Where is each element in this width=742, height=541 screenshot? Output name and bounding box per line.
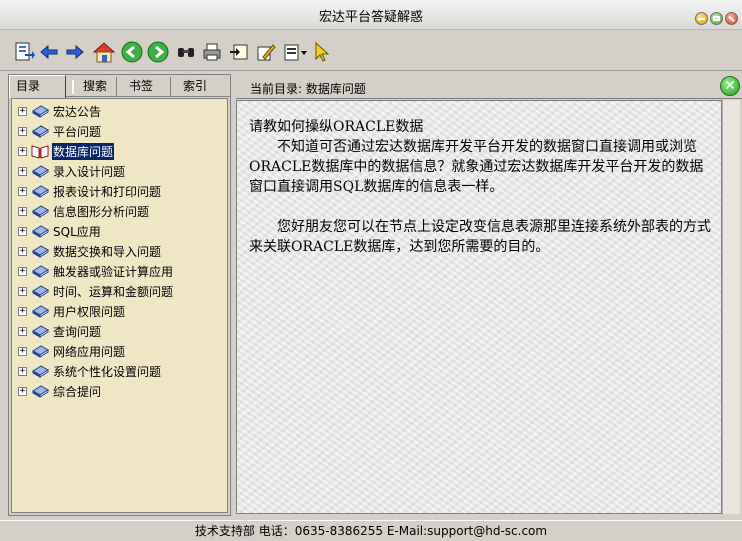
title-bar: 宏达平台答疑解惑 (0, 0, 742, 30)
tab-contents[interactable]: 目录 (9, 75, 66, 98)
navigation-pane: 目录 搜索 书签 索引 + 宏达公告 + 平台问题 + 数据库问题 + 录入设计问题 + 报表设计… (8, 74, 231, 516)
topic-content: 请教如何操纵ORACLE数据 不知道可否通过宏达数据库开发平台开发的数据窗口直接… (236, 100, 722, 514)
answer-body: 您好朋友您可以在节点上设定改变信息表源那里连接系统外部表的方式来关联ORACLE… (249, 219, 711, 255)
tree-item-label: 报表设计和打印问题 (53, 184, 162, 199)
tree-item[interactable]: + 时间、运算和金额问题 (12, 281, 174, 301)
nav-tabs: 目录 搜索 书签 索引 (9, 75, 230, 98)
window-controls (695, 12, 738, 25)
tree-item[interactable]: + 用户权限问题 (12, 301, 126, 321)
book-icon (32, 185, 49, 198)
tab-index-label: 索引 (183, 79, 208, 93)
book-icon (32, 205, 49, 218)
prev-icon[interactable] (121, 41, 143, 63)
forward-icon[interactable] (64, 41, 86, 63)
book-icon (32, 105, 49, 118)
expand-icon[interactable]: + (18, 106, 27, 116)
current-directory: 当前目录: 数据库问题 (250, 82, 366, 96)
tree-item[interactable]: + 触发器或验证计算应用 (12, 261, 174, 281)
exit-icon[interactable] (13, 41, 35, 63)
print-icon[interactable] (201, 41, 223, 63)
tree-item-label: 信息图形分析问题 (53, 204, 150, 219)
book-icon (32, 305, 49, 318)
edit-icon[interactable] (255, 41, 277, 63)
tree-item-label: 平台问题 (53, 124, 102, 139)
open-book-icon (31, 145, 49, 159)
book-icon (32, 325, 49, 338)
tree-item[interactable]: + 宏达公告 (12, 101, 102, 121)
tab-search-label: 搜索 (83, 79, 108, 93)
expand-icon[interactable]: + (18, 166, 27, 176)
pointer-icon[interactable] (311, 41, 333, 63)
book-icon (32, 265, 49, 278)
expand-icon[interactable]: + (18, 266, 27, 276)
toolbar (0, 31, 742, 71)
expand-icon[interactable]: + (18, 206, 27, 216)
goto-icon[interactable] (228, 41, 250, 63)
book-icon (32, 245, 49, 258)
tree-item[interactable]: + SQL应用 (12, 221, 102, 241)
minimize-button[interactable] (695, 12, 708, 25)
tree-item[interactable]: + 查询问题 (12, 321, 102, 341)
tree-item[interactable]: + 数据库问题 (12, 141, 115, 161)
book-icon (32, 125, 49, 138)
tree-item[interactable]: + 综合提问 (12, 381, 102, 401)
expand-icon[interactable]: + (18, 346, 27, 356)
expand-icon[interactable]: + (18, 366, 27, 376)
close-button[interactable] (725, 12, 738, 25)
question-body: 不知道可否通过宏达数据库开发平台开发的数据窗口直接调用或浏览ORACLE数据库中… (249, 139, 704, 195)
tree-item-label: 网络应用问题 (53, 344, 126, 359)
find-icon[interactable] (175, 41, 197, 63)
expand-icon[interactable]: + (18, 246, 27, 256)
tree-item-label: 数据库问题 (52, 142, 115, 160)
tree-item[interactable]: + 系统个性化设置问题 (12, 361, 162, 381)
tree-item-label: 系统个性化设置问题 (53, 364, 162, 379)
expand-icon[interactable]: + (18, 186, 27, 196)
tree-item-label: 查询问题 (53, 324, 102, 339)
expand-icon[interactable]: + (18, 286, 27, 296)
book-icon (32, 365, 49, 378)
tree-item[interactable]: + 录入设计问题 (12, 161, 126, 181)
book-icon (32, 165, 49, 178)
tree-item[interactable]: + 信息图形分析问题 (12, 201, 150, 221)
tree-item[interactable]: + 数据交换和导入问题 (12, 241, 162, 261)
expand-icon[interactable]: + (18, 386, 27, 396)
tree-item-label: 宏达公告 (53, 104, 102, 119)
topic-tree[interactable]: + 宏达公告 + 平台问题 + 数据库问题 + 录入设计问题 + 报表设计和打印问题 + 信息图形分析… (11, 98, 228, 513)
options-icon[interactable] (283, 41, 309, 63)
expand-icon[interactable]: + (18, 126, 27, 136)
expand-icon[interactable]: + (18, 306, 27, 316)
question-title: 请教如何操纵ORACLE数据 (249, 119, 424, 135)
expand-icon[interactable]: + (18, 146, 27, 156)
close-topic-icon[interactable]: ✕ (720, 76, 740, 96)
book-icon (32, 385, 49, 398)
tree-item-label: 综合提问 (53, 384, 102, 399)
vertical-scrollbar[interactable] (722, 100, 740, 514)
content-header: 当前目录: 数据库问题 ✕ (236, 74, 742, 99)
back-icon[interactable] (38, 41, 60, 63)
window-title: 宏达平台答疑解惑 (318, 10, 423, 25)
tab-bookmarks-label: 书签 (129, 79, 154, 93)
expand-icon[interactable]: + (18, 326, 27, 336)
tree-item-label: 用户权限问题 (53, 304, 126, 319)
tab-index[interactable]: 索引 (171, 77, 230, 97)
maximize-button[interactable] (710, 12, 723, 25)
status-bar: 技术支持部 电话：0635-8386255 E-Mail:support@hd-… (0, 520, 742, 541)
tree-item-label: 时间、运算和金额问题 (53, 284, 174, 299)
book-icon (32, 225, 49, 238)
book-icon (32, 285, 49, 298)
tab-bookmarks[interactable]: 书签 (117, 77, 171, 97)
tree-item[interactable]: + 报表设计和打印问题 (12, 181, 162, 201)
tree-item-label: 录入设计问题 (53, 164, 126, 179)
home-icon[interactable] (91, 41, 117, 63)
book-icon (32, 345, 49, 358)
tree-item-label: 触发器或验证计算应用 (53, 264, 174, 279)
tree-item[interactable]: + 网络应用问题 (12, 341, 126, 361)
tree-item-label: SQL应用 (53, 224, 101, 239)
expand-icon[interactable]: + (18, 226, 27, 236)
tab-search[interactable]: 搜索 (66, 77, 117, 97)
tree-item[interactable]: + 平台问题 (12, 121, 102, 141)
next-icon[interactable] (147, 41, 169, 63)
tree-item-label: 数据交换和导入问题 (53, 244, 162, 259)
